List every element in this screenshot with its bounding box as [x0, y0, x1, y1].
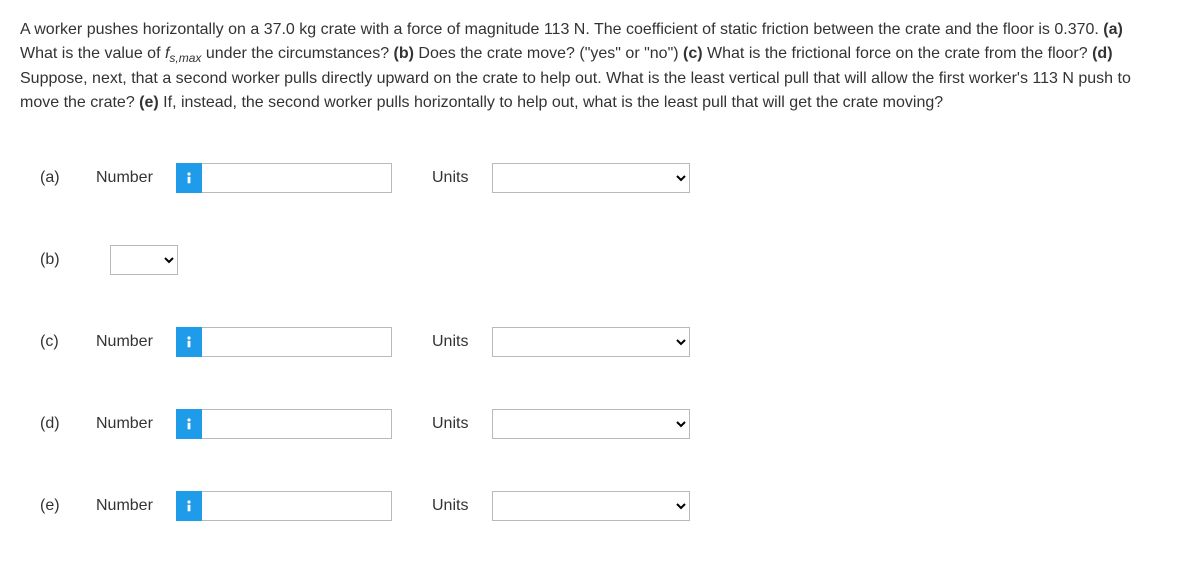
number-label-e: Number [96, 497, 176, 515]
q-a-txt2: under the circumstances? [201, 45, 393, 62]
q-d-bold: (d) [1092, 45, 1112, 62]
q-sub: s,max [169, 51, 201, 65]
q-e-txt: If, instead, the second worker pulls hor… [159, 94, 943, 111]
number-label-d: Number [96, 415, 176, 433]
answer-row-c: (c) Number Units [40, 327, 1180, 357]
units-select-a[interactable] [492, 163, 690, 193]
number-input-d[interactable] [202, 409, 392, 439]
part-label-a: (a) [40, 169, 96, 187]
number-input-c[interactable] [202, 327, 392, 357]
q-e-bold: (e) [139, 94, 159, 111]
answer-row-e: (e) Number Units [40, 491, 1180, 521]
units-label-c: Units [432, 333, 492, 351]
q-intro: A worker pushes horizontally on a 37.0 k… [20, 21, 1103, 38]
info-icon[interactable] [176, 491, 202, 521]
number-label-c: Number [96, 333, 176, 351]
q-a-bold: (a) [1103, 21, 1123, 38]
number-input-e[interactable] [202, 491, 392, 521]
part-label-c: (c) [40, 333, 96, 351]
part-label-b: (b) [40, 251, 96, 269]
q-b-bold: (b) [394, 45, 414, 62]
units-select-d[interactable] [492, 409, 690, 439]
info-icon[interactable] [176, 163, 202, 193]
info-icon[interactable] [176, 327, 202, 357]
units-select-c[interactable] [492, 327, 690, 357]
units-label-e: Units [432, 497, 492, 515]
number-label-a: Number [96, 169, 176, 187]
units-label-d: Units [432, 415, 492, 433]
yes-no-select-b[interactable] [110, 245, 178, 275]
answer-row-a: (a) Number Units [40, 163, 1180, 193]
q-c-bold: (c) [683, 45, 703, 62]
units-label-a: Units [432, 169, 492, 187]
question-prompt: A worker pushes horizontally on a 37.0 k… [20, 18, 1160, 115]
number-input-a[interactable] [202, 163, 392, 193]
part-label-d: (d) [40, 415, 96, 433]
info-icon[interactable] [176, 409, 202, 439]
part-label-e: (e) [40, 497, 96, 515]
q-c-txt: What is the frictional force on the crat… [703, 45, 1093, 62]
answer-row-d: (d) Number Units [40, 409, 1180, 439]
answer-row-b: (b) [40, 245, 1180, 275]
units-select-e[interactable] [492, 491, 690, 521]
q-a-txt: What is the value of [20, 45, 165, 62]
q-b-txt: Does the crate move? ("yes" or "no") [414, 45, 683, 62]
